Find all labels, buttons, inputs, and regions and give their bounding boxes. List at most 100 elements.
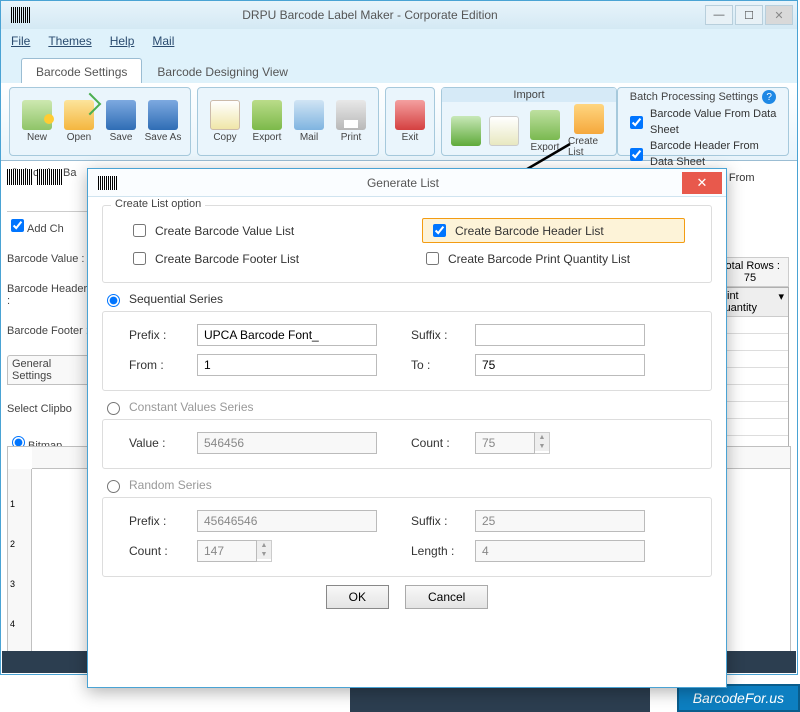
ribbon-group-file: New Open Save Save As	[9, 87, 191, 156]
open-button[interactable]: Open	[58, 100, 100, 143]
ribbon-group-exit: Exit	[385, 87, 435, 156]
batch-heading: Batch Processing Settings	[630, 91, 758, 103]
from-input[interactable]	[197, 354, 377, 376]
opt-footer-list[interactable]: Create Barcode Footer List	[129, 249, 392, 268]
addch-check[interactable]: Add Ch	[7, 223, 64, 235]
clipboard-label: Select Clipbo	[7, 403, 93, 415]
app-icon	[11, 7, 31, 23]
batch-check-header[interactable]: Barcode Header From Data Sheet	[626, 138, 780, 170]
minimize-button[interactable]: —	[705, 5, 733, 25]
from-label: From :	[129, 358, 189, 372]
mail-icon	[294, 100, 324, 130]
rand-prefix-input	[197, 510, 377, 532]
help-icon[interactable]: ?	[762, 90, 776, 104]
spin-up-icon: ▲	[535, 433, 549, 442]
save-icon	[106, 100, 136, 130]
copy-button[interactable]: Copy	[204, 100, 246, 143]
constant-radio[interactable]: Constant Values Series	[102, 399, 712, 415]
dialog-body: Create List option Create Barcode Value …	[88, 197, 726, 617]
rand-prefix-label: Prefix :	[129, 514, 189, 528]
export2-button[interactable]: Export	[524, 104, 566, 158]
create-list-option-group: Create List option Create Barcode Value …	[102, 205, 712, 283]
general-settings-tab[interactable]: General Settings	[7, 355, 93, 385]
titlebar: DRPU Barcode Label Maker - Corporate Edi…	[1, 1, 797, 29]
export-button[interactable]: Export	[246, 100, 288, 143]
barcode-thumb	[7, 169, 33, 185]
exit-button[interactable]: Exit	[392, 100, 428, 143]
option-legend: Create List option	[111, 198, 205, 210]
opt-print-qty-list[interactable]: Create Barcode Print Quantity List	[422, 249, 685, 268]
import-xls[interactable]	[448, 104, 484, 158]
to-input[interactable]	[475, 354, 645, 376]
saveas-button[interactable]: Save As	[142, 100, 184, 143]
mail-button[interactable]: Mail	[288, 100, 330, 143]
suffix-input[interactable]	[475, 324, 645, 346]
dialog-close-button[interactable]: ✕	[682, 172, 722, 194]
dialog-icon	[98, 176, 118, 190]
prefix-input[interactable]	[197, 324, 377, 346]
barcode-footer-label: Barcode Footer :	[7, 325, 93, 337]
value-label: Value :	[129, 436, 189, 450]
import-panel: Import Export Create List	[441, 87, 617, 156]
length-input	[475, 540, 645, 562]
length-label: Length :	[411, 544, 467, 558]
prefix-label: Prefix :	[129, 328, 189, 342]
cancel-button[interactable]: Cancel	[405, 585, 488, 609]
ruler-vertical: 1 2 3 4	[8, 469, 32, 667]
import-doc[interactable]	[486, 104, 522, 158]
copy-icon	[210, 100, 240, 130]
doc-icon	[489, 116, 519, 146]
menu-mail[interactable]: Mail	[152, 34, 174, 48]
ribbon: New Open Save Save As Copy Export Mail P…	[1, 83, 797, 161]
open-icon	[64, 100, 94, 130]
tab-row: Barcode Settings Barcode Designing View	[1, 53, 797, 83]
maximize-button[interactable]: ☐	[735, 5, 763, 25]
close-button[interactable]: ✕	[765, 5, 793, 25]
menu-help[interactable]: Help	[110, 34, 135, 48]
watermark: BarcodeFor.us	[677, 684, 800, 712]
new-button[interactable]: New	[16, 100, 58, 143]
batch-check-value[interactable]: Barcode Value From Data Sheet	[626, 106, 780, 138]
opt-header-list[interactable]: Create Barcode Header List	[422, 218, 685, 243]
sequential-group: Prefix : Suffix : From : To :	[102, 311, 712, 391]
print-button[interactable]: Print	[330, 100, 372, 143]
count-label: Count :	[411, 436, 467, 450]
count-spinner: ▲▼	[475, 432, 550, 454]
sequential-radio[interactable]: Sequential Series	[102, 291, 712, 307]
generate-list-dialog: Generate List ✕ Create List option Creat…	[87, 168, 727, 688]
export2-icon	[530, 110, 560, 140]
exit-icon	[395, 100, 425, 130]
spin-down-icon: ▼	[257, 550, 271, 559]
rand-count-spinner: ▲▼	[197, 540, 272, 562]
ok-button[interactable]: OK	[326, 585, 389, 609]
dropdown-icon: ▾	[778, 290, 784, 314]
value-input	[197, 432, 377, 454]
menu-file[interactable]: File	[11, 34, 30, 48]
dialog-title: Generate List	[124, 176, 682, 190]
constant-group: Value : Count : ▲▼	[102, 419, 712, 469]
saveas-icon	[148, 100, 178, 130]
dialog-titlebar: Generate List ✕	[88, 169, 726, 197]
suffix-label: Suffix :	[411, 328, 467, 342]
bottom-dark-strip	[350, 684, 650, 712]
save-button[interactable]: Save	[100, 100, 142, 143]
tab-barcode-settings[interactable]: Barcode Settings	[21, 58, 142, 83]
opt-value-list[interactable]: Create Barcode Value List	[129, 218, 392, 243]
barcode-header-label: Barcode Header :	[7, 283, 93, 307]
spin-up-icon: ▲	[257, 541, 271, 550]
spin-down-icon: ▼	[535, 442, 549, 451]
list-icon	[574, 104, 604, 134]
create-list-button[interactable]: Create List	[568, 104, 610, 158]
xls-icon	[451, 116, 481, 146]
batch-panel: Batch Processing Settings? Barcode Value…	[617, 87, 789, 156]
menu-themes[interactable]: Themes	[48, 34, 91, 48]
ribbon-group-edit: Copy Export Mail Print	[197, 87, 379, 156]
print-icon	[336, 100, 366, 130]
left-pane: Add Ch Barcode Value : Barcode Header : …	[7, 169, 93, 470]
to-label: To :	[411, 358, 467, 372]
tab-barcode-designing[interactable]: Barcode Designing View	[142, 58, 303, 83]
random-radio[interactable]: Random Series	[102, 477, 712, 493]
rand-count-label: Count :	[129, 544, 189, 558]
window-title: DRPU Barcode Label Maker - Corporate Edi…	[37, 8, 703, 22]
menubar: File Themes Help Mail	[1, 29, 797, 53]
